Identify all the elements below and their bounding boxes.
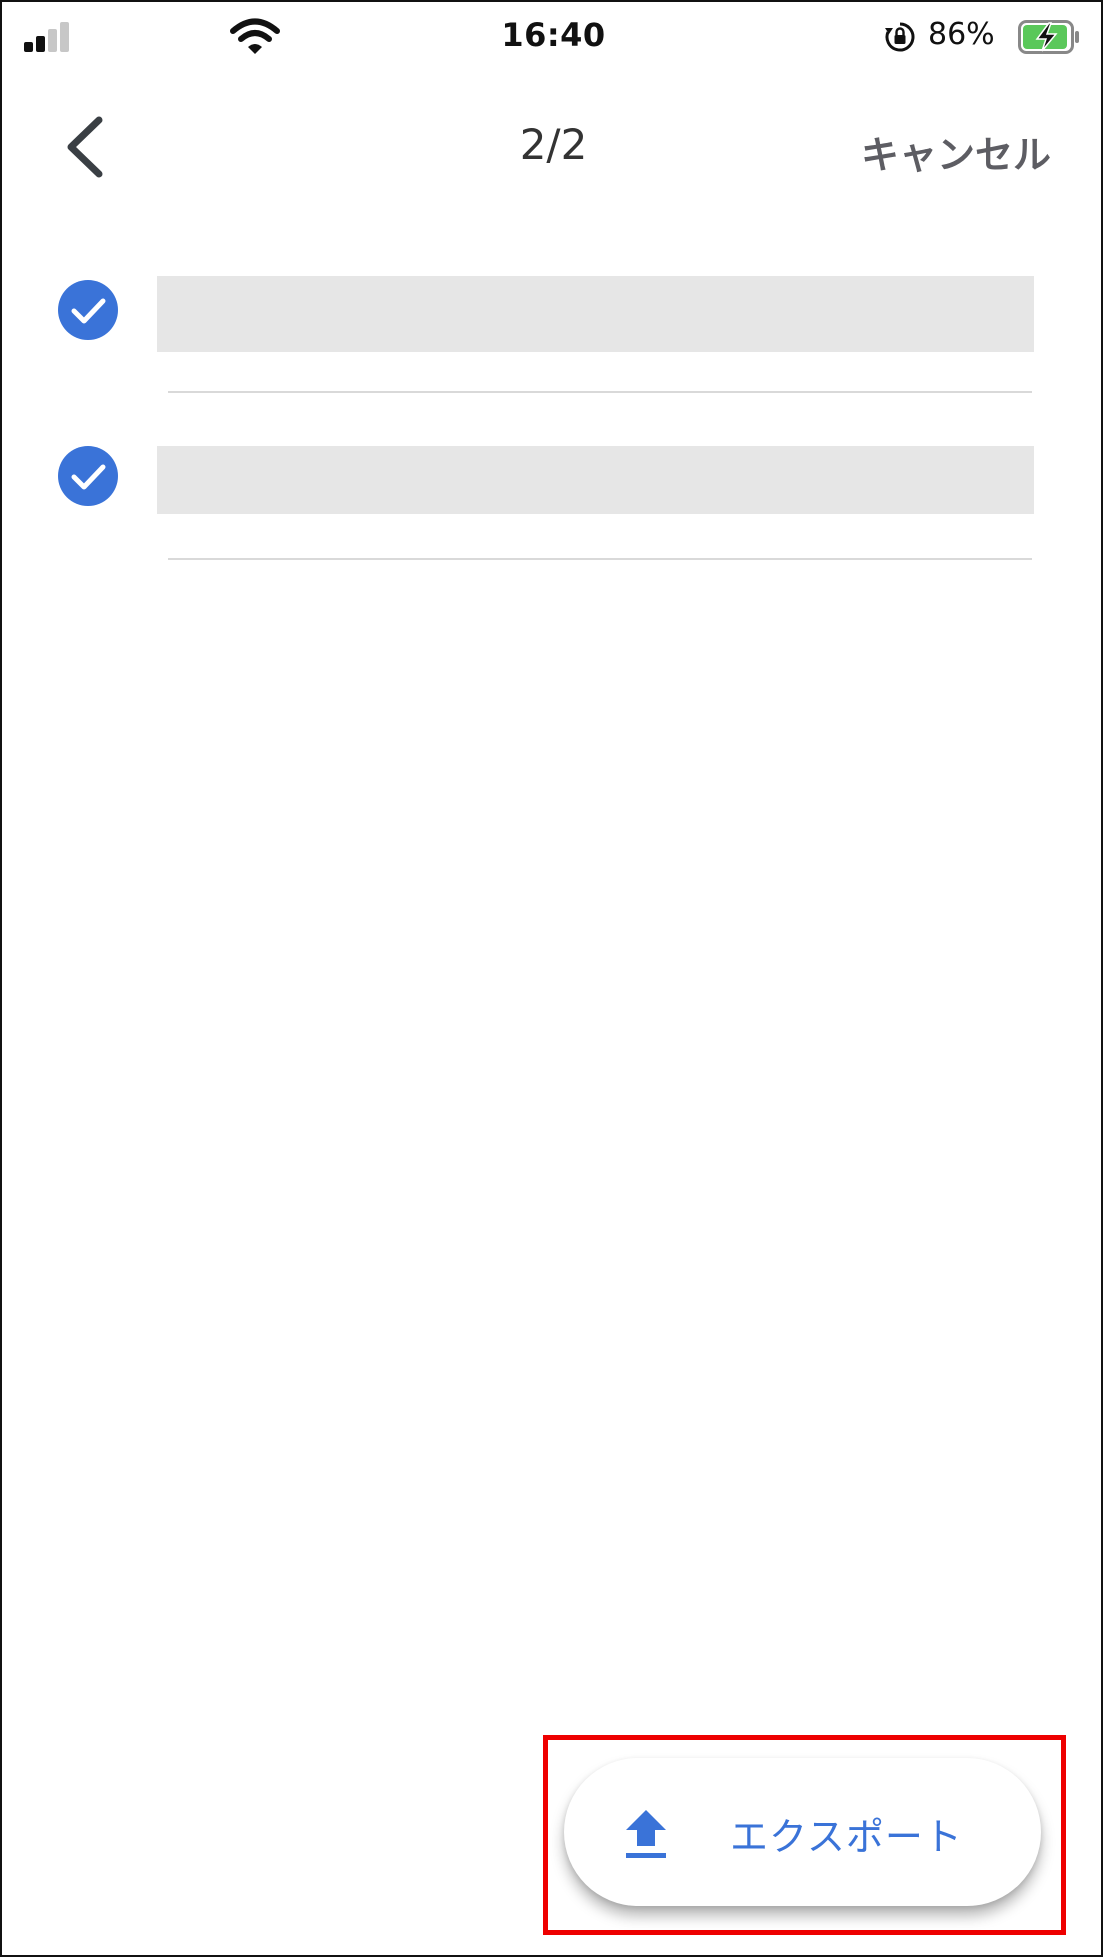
item-content-placeholder — [157, 276, 1034, 352]
navigation-bar: 2/2 キャンセル — [2, 102, 1101, 192]
list-item[interactable] — [2, 264, 1101, 404]
export-label: エクスポート — [730, 1815, 963, 1859]
phone-screen: 16:40 86% 2/2 キャンセル エクスポート — [0, 0, 1103, 1957]
cancel-button[interactable]: キャンセル — [861, 124, 1051, 179]
check-circle-icon[interactable] — [58, 280, 118, 340]
divider — [168, 391, 1032, 393]
battery-percent: 86% — [928, 17, 995, 52]
export-button[interactable]: エクスポート — [564, 1758, 1041, 1906]
battery-charging-icon — [1018, 20, 1079, 54]
divider — [168, 558, 1032, 560]
upload-icon — [626, 1810, 666, 1858]
list-item[interactable] — [2, 432, 1101, 572]
item-content-placeholder — [157, 446, 1034, 514]
check-circle-icon[interactable] — [58, 446, 118, 506]
rotation-lock-icon — [885, 22, 915, 52]
status-bar: 16:40 86% — [2, 2, 1101, 72]
